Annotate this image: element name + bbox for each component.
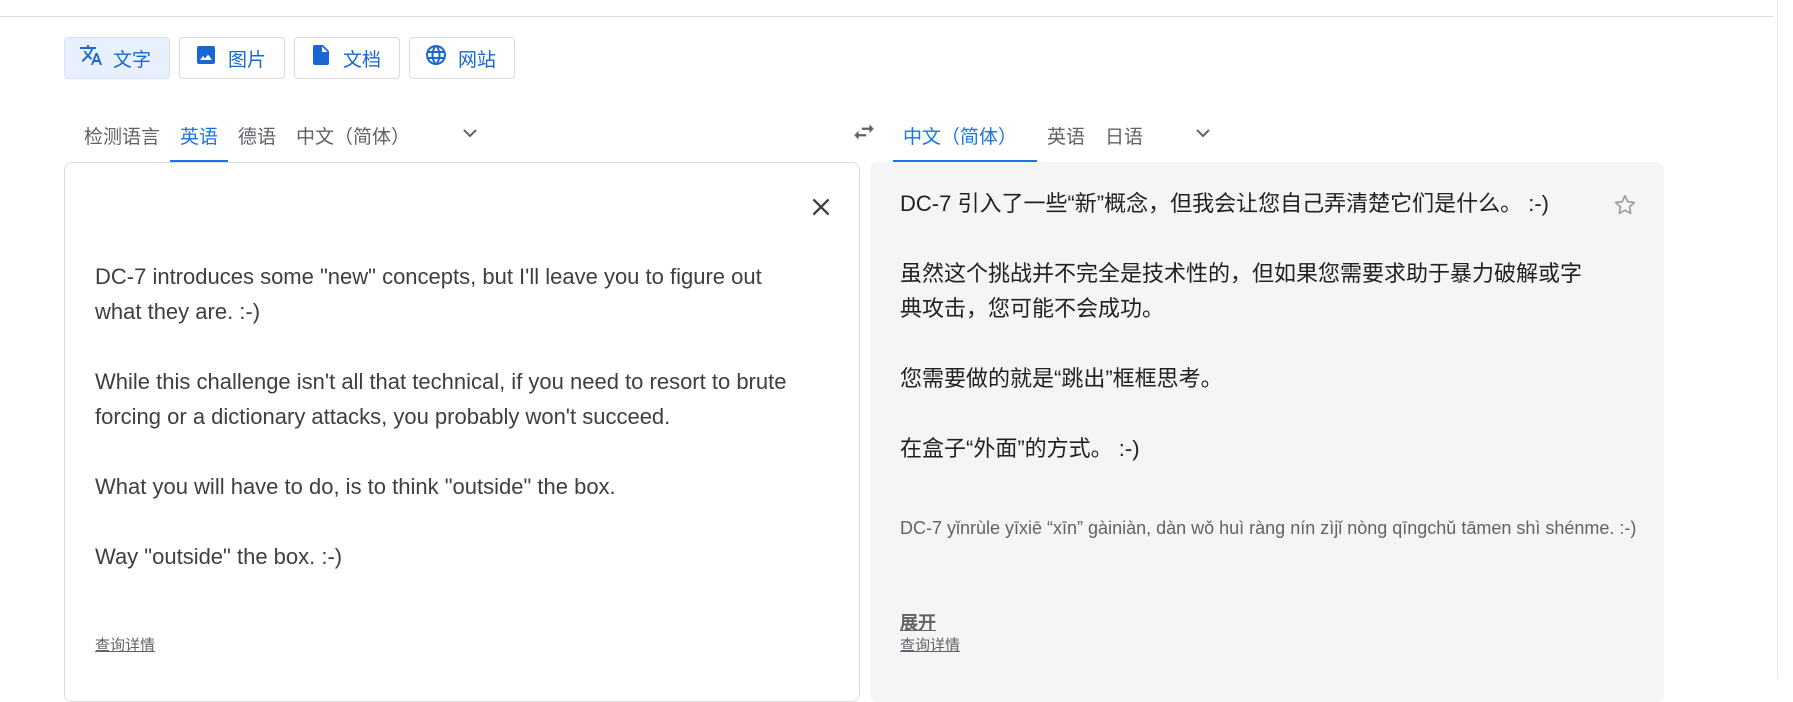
expand-link[interactable]: 展开 <box>900 609 936 635</box>
mode-tab-websites[interactable]: 网站 <box>409 37 516 79</box>
swap-languages-button[interactable] <box>848 118 880 150</box>
target-lang-chinese-simplified[interactable]: 中文（简体） <box>893 108 1038 162</box>
translation-paragraph: DC-7 引入了一些“新”概念，但我会让您自己弄清楚它们是什么。 :-) <box>900 191 1549 216</box>
mode-tab-documents[interactable]: 文档 <box>294 37 401 79</box>
source-paragraph: While this challenge isn't all that tech… <box>95 369 787 429</box>
mode-tab-label: 图片 <box>228 49 267 71</box>
image-icon <box>194 43 218 73</box>
source-language-bar: 检测语言 英语 德语 中文（简体） <box>74 108 494 162</box>
source-text[interactable]: DC-7 introduces some "new" concepts, but… <box>95 259 795 609</box>
chevron-down-icon <box>458 121 482 150</box>
mode-tab-label: 文档 <box>343 49 382 71</box>
source-more-languages-button[interactable] <box>446 108 494 162</box>
mode-tab-images[interactable]: 图片 <box>179 37 286 79</box>
source-details-link[interactable]: 查询详情 <box>95 634 155 655</box>
translation-paragraph: 虽然这个挑战并不完全是技术性的，但如果您需要求助于暴力破解或字典攻击，您可能不会… <box>900 261 1583 321</box>
source-lang-german[interactable]: 德语 <box>228 108 286 162</box>
scrollbar[interactable] <box>1773 0 1793 679</box>
document-icon <box>309 43 333 73</box>
top-divider <box>0 16 1773 17</box>
translation-text: DC-7 引入了一些“新”概念，但我会让您自己弄清楚它们是什么。 :-) 虽然这… <box>900 186 1600 501</box>
close-icon <box>808 194 834 225</box>
mode-tabs: 文字 图片 文档 网站 <box>64 37 516 79</box>
mode-tab-label: 网站 <box>458 49 497 71</box>
translate-icon <box>79 43 103 73</box>
source-paragraph: What you will have to do, is to think "o… <box>95 474 616 499</box>
target-more-languages-button[interactable] <box>1179 108 1227 162</box>
translation-paragraph: 在盒子“外面”的方式。 :-) <box>900 436 1140 461</box>
mode-tab-text[interactable]: 文字 <box>64 37 171 79</box>
source-paragraph: Way "outside" the box. :-) <box>95 544 343 569</box>
target-lang-english[interactable]: 英语 <box>1037 108 1095 162</box>
romanization-text: DC-7 yǐnrùle yīxiē “xīn” gàiniàn, dàn wǒ… <box>900 518 1637 538</box>
mode-tab-label: 文字 <box>113 49 152 71</box>
source-text-panel[interactable]: DC-7 introduces some "new" concepts, but… <box>64 162 860 702</box>
source-lang-english[interactable]: 英语 <box>170 108 229 162</box>
star-outline-icon <box>1612 192 1638 223</box>
globe-icon <box>424 43 448 73</box>
scrollbar-border <box>1777 0 1778 679</box>
source-lang-chinese-simplified[interactable]: 中文（简体） <box>286 108 420 162</box>
translation-paragraph: 您需要做的就是“跳出”框框思考。 <box>900 366 1223 391</box>
source-lang-detect[interactable]: 检测语言 <box>74 108 170 162</box>
chevron-down-icon <box>1191 121 1215 150</box>
translation-details-link[interactable]: 查询详情 <box>900 634 960 655</box>
clear-source-button[interactable] <box>803 191 839 227</box>
target-language-bar: 中文（简体） 英语 日语 <box>893 108 1227 162</box>
swap-icon <box>851 119 877 150</box>
save-translation-button[interactable] <box>1608 190 1642 224</box>
translation-panel: DC-7 引入了一些“新”概念，但我会让您自己弄清楚它们是什么。 :-) 虽然这… <box>870 162 1664 702</box>
source-paragraph: DC-7 introduces some "new" concepts, but… <box>95 264 762 324</box>
target-lang-japanese[interactable]: 日语 <box>1095 108 1153 162</box>
